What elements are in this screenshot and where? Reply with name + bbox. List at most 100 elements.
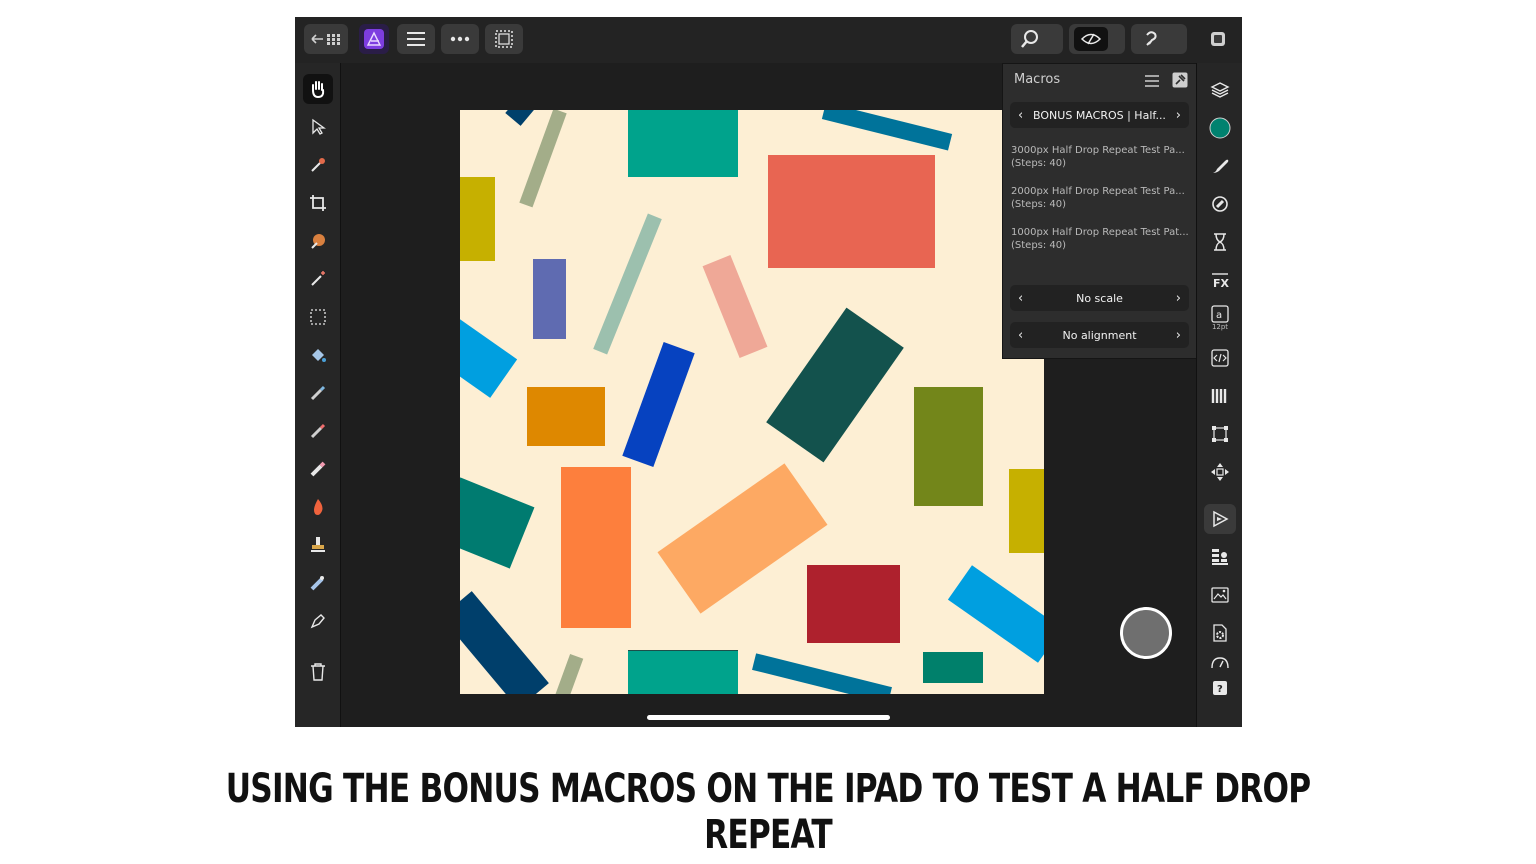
menu-button[interactable] bbox=[397, 24, 435, 54]
pattern-bar bbox=[460, 591, 549, 694]
selection-brush-tool[interactable] bbox=[303, 226, 333, 256]
alignment-selector[interactable]: ‹ No alignment › bbox=[1010, 322, 1189, 348]
svg-text:?: ? bbox=[1217, 684, 1223, 695]
flood-fill-tool[interactable] bbox=[303, 340, 333, 370]
pattern-bar bbox=[460, 319, 518, 398]
assistant-button[interactable] bbox=[1131, 24, 1187, 54]
record-macro-button[interactable] bbox=[1120, 607, 1172, 659]
pattern-bar bbox=[505, 110, 535, 126]
chevron-left-icon[interactable]: ‹ bbox=[1018, 285, 1023, 311]
library-studio-button[interactable] bbox=[1204, 542, 1236, 572]
chevron-right-icon[interactable]: › bbox=[1176, 322, 1181, 348]
magic-wand-tool[interactable] bbox=[303, 264, 333, 294]
view-mode-button[interactable] bbox=[1069, 24, 1125, 54]
chevron-left-icon[interactable]: ‹ bbox=[1018, 102, 1023, 128]
color-swatch-icon bbox=[1209, 117, 1231, 139]
navigator-studio-button[interactable] bbox=[1204, 457, 1236, 487]
pattern-rect bbox=[628, 650, 738, 694]
erase-brush-tool-icon bbox=[310, 461, 326, 477]
pattern-rect bbox=[533, 259, 566, 339]
fx-studio-button[interactable]: FX bbox=[1204, 265, 1236, 295]
code-studio-button[interactable] bbox=[1204, 343, 1236, 373]
brushes-studio-button[interactable] bbox=[1204, 151, 1236, 181]
pattern-bar bbox=[519, 110, 567, 208]
stock-studio-button[interactable] bbox=[1204, 580, 1236, 610]
burn-tool[interactable] bbox=[303, 492, 333, 522]
clone-stamp-tool[interactable] bbox=[303, 530, 333, 560]
alignment-option-label: No alignment bbox=[1062, 328, 1137, 342]
paint-brush-tool[interactable] bbox=[303, 378, 333, 408]
document-canvas[interactable] bbox=[460, 110, 1044, 694]
marquee-tool[interactable] bbox=[303, 302, 333, 332]
adjustments-icon bbox=[1212, 196, 1228, 212]
layers-studio-button[interactable] bbox=[1204, 75, 1236, 105]
pattern-bar bbox=[752, 653, 892, 694]
macros-studio-button[interactable] bbox=[1204, 504, 1236, 534]
pin-panel-icon[interactable] bbox=[1172, 72, 1188, 88]
channels-studio-button[interactable] bbox=[1204, 381, 1236, 411]
help-button[interactable]: ? bbox=[1204, 677, 1236, 699]
delete-button[interactable] bbox=[303, 657, 333, 687]
pattern-rect bbox=[628, 110, 738, 177]
history-studio-button[interactable] bbox=[1204, 227, 1236, 257]
pattern-rect bbox=[914, 387, 983, 506]
export-persona-icon bbox=[1211, 32, 1225, 46]
pattern-bar bbox=[460, 477, 535, 569]
pattern-bar bbox=[554, 653, 584, 694]
svg-text:a: a bbox=[1216, 310, 1222, 321]
channels-icon bbox=[1211, 389, 1227, 403]
zoom-icon bbox=[1021, 30, 1038, 48]
stock-icon bbox=[1211, 587, 1229, 603]
pixel-brush-tool[interactable] bbox=[303, 416, 333, 446]
pen-tool[interactable] bbox=[303, 606, 333, 636]
chevron-right-icon[interactable]: › bbox=[1176, 102, 1181, 128]
performance-icon bbox=[1211, 657, 1229, 669]
transform-studio-button[interactable] bbox=[1204, 419, 1236, 449]
hand-tool-icon bbox=[312, 81, 325, 99]
view-mode-icon bbox=[1080, 33, 1102, 45]
adjustments-studio-button[interactable] bbox=[1204, 189, 1236, 219]
zoom-button[interactable] bbox=[1011, 24, 1063, 54]
chevron-right-icon[interactable]: › bbox=[1176, 285, 1181, 311]
persona-logo-button[interactable] bbox=[359, 24, 389, 54]
panel-menu-icon[interactable] bbox=[1144, 74, 1160, 88]
chevron-left-icon[interactable]: ‹ bbox=[1018, 322, 1023, 348]
code-icon bbox=[1211, 349, 1229, 367]
macro-item[interactable]: 3000px Half Drop Repeat Test Pa... (Step… bbox=[1011, 144, 1193, 170]
character-icon: a bbox=[1211, 305, 1229, 323]
pattern-rect bbox=[768, 155, 935, 268]
clone-stamp-tool-icon bbox=[311, 537, 325, 552]
crop-tool[interactable] bbox=[303, 188, 333, 218]
move-tool[interactable] bbox=[303, 112, 333, 142]
library-icon bbox=[1212, 549, 1228, 565]
erase-brush-tool[interactable] bbox=[303, 454, 333, 484]
macro-category-selector[interactable]: ‹ BONUS MACROS | Half... › bbox=[1010, 102, 1189, 128]
brushes-icon bbox=[1213, 159, 1229, 173]
macro-item[interactable]: 1000px Half Drop Repeat Test Pat... (Ste… bbox=[1011, 226, 1193, 252]
back-to-gallery-button[interactable] bbox=[304, 24, 348, 54]
selection-button[interactable] bbox=[485, 24, 523, 54]
healing-brush-tool[interactable] bbox=[303, 568, 333, 598]
performance-studio-button[interactable] bbox=[1204, 652, 1236, 672]
color-studio-button[interactable] bbox=[1204, 113, 1236, 143]
hand-tool[interactable] bbox=[303, 74, 333, 104]
more-button[interactable] bbox=[441, 24, 479, 54]
character-studio-button[interactable]: a 12pt bbox=[1204, 301, 1236, 335]
back-to-gallery-icon bbox=[311, 34, 340, 45]
color-picker-tool-icon bbox=[311, 158, 325, 172]
settings-studio-button[interactable] bbox=[1204, 618, 1236, 648]
video-caption: USING THE BONUS MACROS ON THE IPAD TO TE… bbox=[225, 766, 1311, 858]
layers-icon bbox=[1210, 82, 1230, 98]
help-icon: ? bbox=[1213, 681, 1227, 695]
tools-panel bbox=[295, 63, 341, 727]
pattern-bar bbox=[947, 565, 1044, 663]
export-persona-button[interactable] bbox=[1204, 24, 1232, 54]
color-picker-tool[interactable] bbox=[303, 150, 333, 180]
character-size-label: 12pt bbox=[1211, 323, 1229, 331]
macro-item[interactable]: 2000px Half Drop Repeat Test Pa... (Step… bbox=[1011, 185, 1193, 211]
move-tool-icon bbox=[312, 118, 326, 135]
selection-brush-tool-icon bbox=[311, 234, 325, 249]
navigator-icon bbox=[1211, 463, 1229, 481]
scale-selector[interactable]: ‹ No scale › bbox=[1010, 285, 1189, 311]
home-indicator[interactable] bbox=[647, 715, 890, 720]
